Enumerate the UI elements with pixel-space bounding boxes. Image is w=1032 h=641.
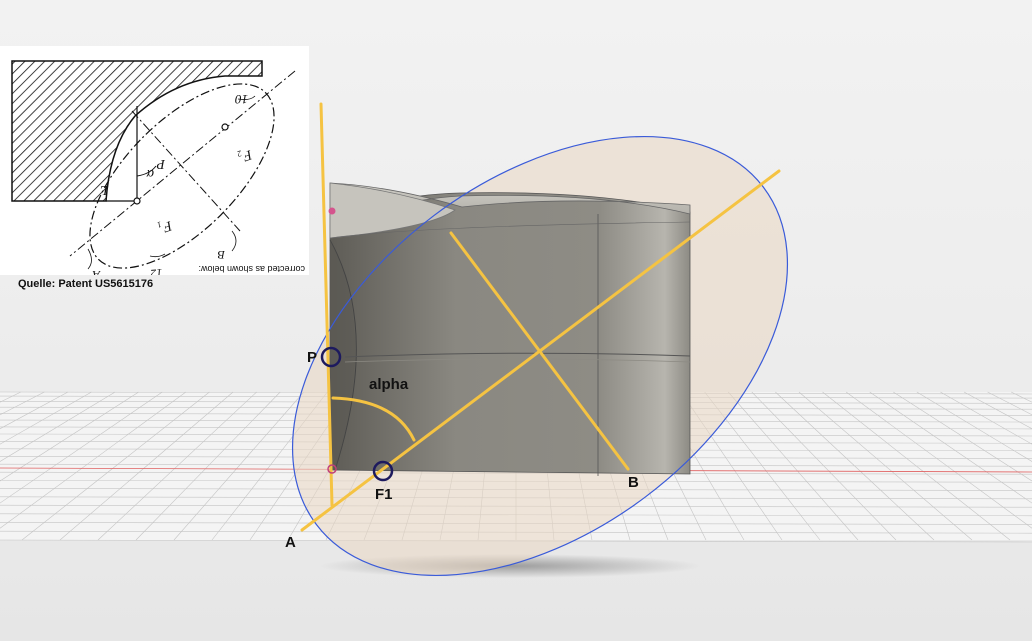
patent-note: corrected as shown below: [198,264,305,274]
patent-label-10: 10 [235,92,249,107]
patent-label-12: 12 [150,266,163,275]
patent-label-a: A [92,268,101,275]
patent-focus-f2 [221,123,229,131]
label-alpha: alpha [369,376,409,393]
label-f1: F1 [375,486,393,503]
source-caption: Quelle: Patent US5615176 [18,278,154,290]
reflector-body[interactable] [329,182,691,476]
patent-label-f1: F₁ [156,217,175,236]
label-b: B [628,474,639,491]
patent-label-alpha: α [146,166,154,181]
label-a: A [285,534,296,551]
patent-focus-f1 [133,197,141,205]
label-p: P [307,349,317,366]
patent-drawing: 10 F₂ F₁ P L α 12 B A corrected as shown… [11,60,305,275]
patent-label-l: L [100,182,109,197]
patent-label-f2: F₂ [236,146,255,165]
patent-label-b: B [217,248,225,262]
snap-point-top[interactable] [328,207,336,215]
patent-figure-inset: 10 F₂ F₁ P L α 12 B A corrected as shown… [0,46,309,275]
patent-label-p: P [156,156,166,171]
